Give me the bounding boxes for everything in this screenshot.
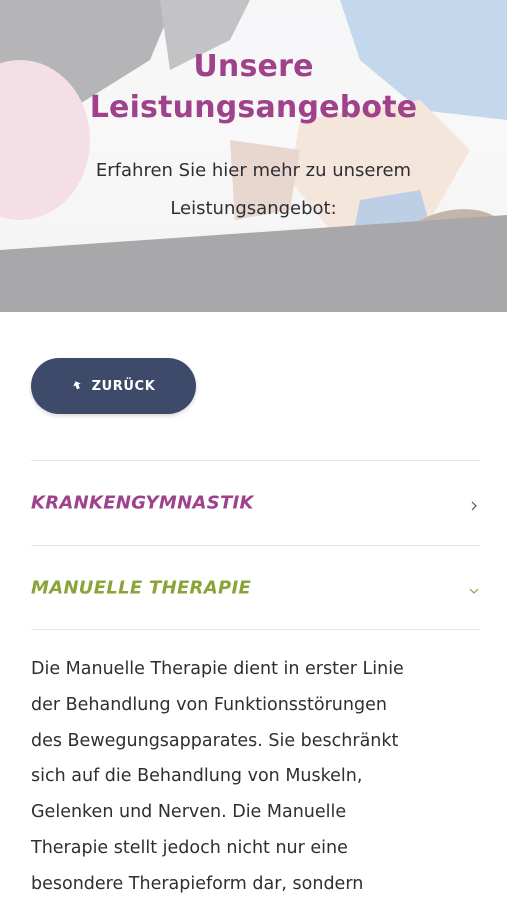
chevron-down-icon [468,582,480,594]
page-title: Unsere Leistungsangebote [0,46,507,128]
accordion-item-manuelle-therapie[interactable]: MANUELLE THERAPIE [31,546,480,630]
back-button-label: ZURÜCK [91,378,156,394]
title-line-1: Unsere [193,49,314,84]
subtitle-line-2: Leistungsangebot: [170,198,337,219]
title-line-2: Leistungsangebote [89,90,418,125]
accordion-divider-bottom [31,629,480,630]
subtitle-line-1: Erfahren Sie hier mehr zu unserem [95,160,412,181]
content-line: des Bewegungsapparates. Sie beschränkt [31,730,399,751]
content-line: sich auf die Behandlung von Muskeln, [31,766,363,787]
content-line: Die Manuelle Therapie dient in erster Li… [31,659,404,679]
accordion-item-krankengymnastik[interactable]: KRANKENGYMNASTIK [31,461,480,545]
accordion-title: MANUELLE THERAPIE [31,577,252,599]
content-line: der Behandlung von Funktionsstörungen [31,694,387,715]
back-button[interactable]: ZURÜCK [31,358,196,414]
page-subtitle: Erfahren Sie hier mehr zu unserem Leistu… [60,152,447,228]
accordion-content: Die Manuelle Therapie dient in erster Li… [31,652,483,903]
back-arrow-icon [72,380,82,392]
chevron-right-icon [468,497,480,511]
content-line: besondere Therapieform dar, sondern [31,873,364,894]
content-line: Gelenken und Nerven. Die Manuelle [31,802,347,823]
hero-banner: Unsere Leistungsangebote Erfahren Sie hi… [0,0,507,312]
accordion-title: KRANKENGYMNASTIK [31,492,254,514]
content-line: Therapie stellt jedoch nicht nur eine [31,837,348,858]
